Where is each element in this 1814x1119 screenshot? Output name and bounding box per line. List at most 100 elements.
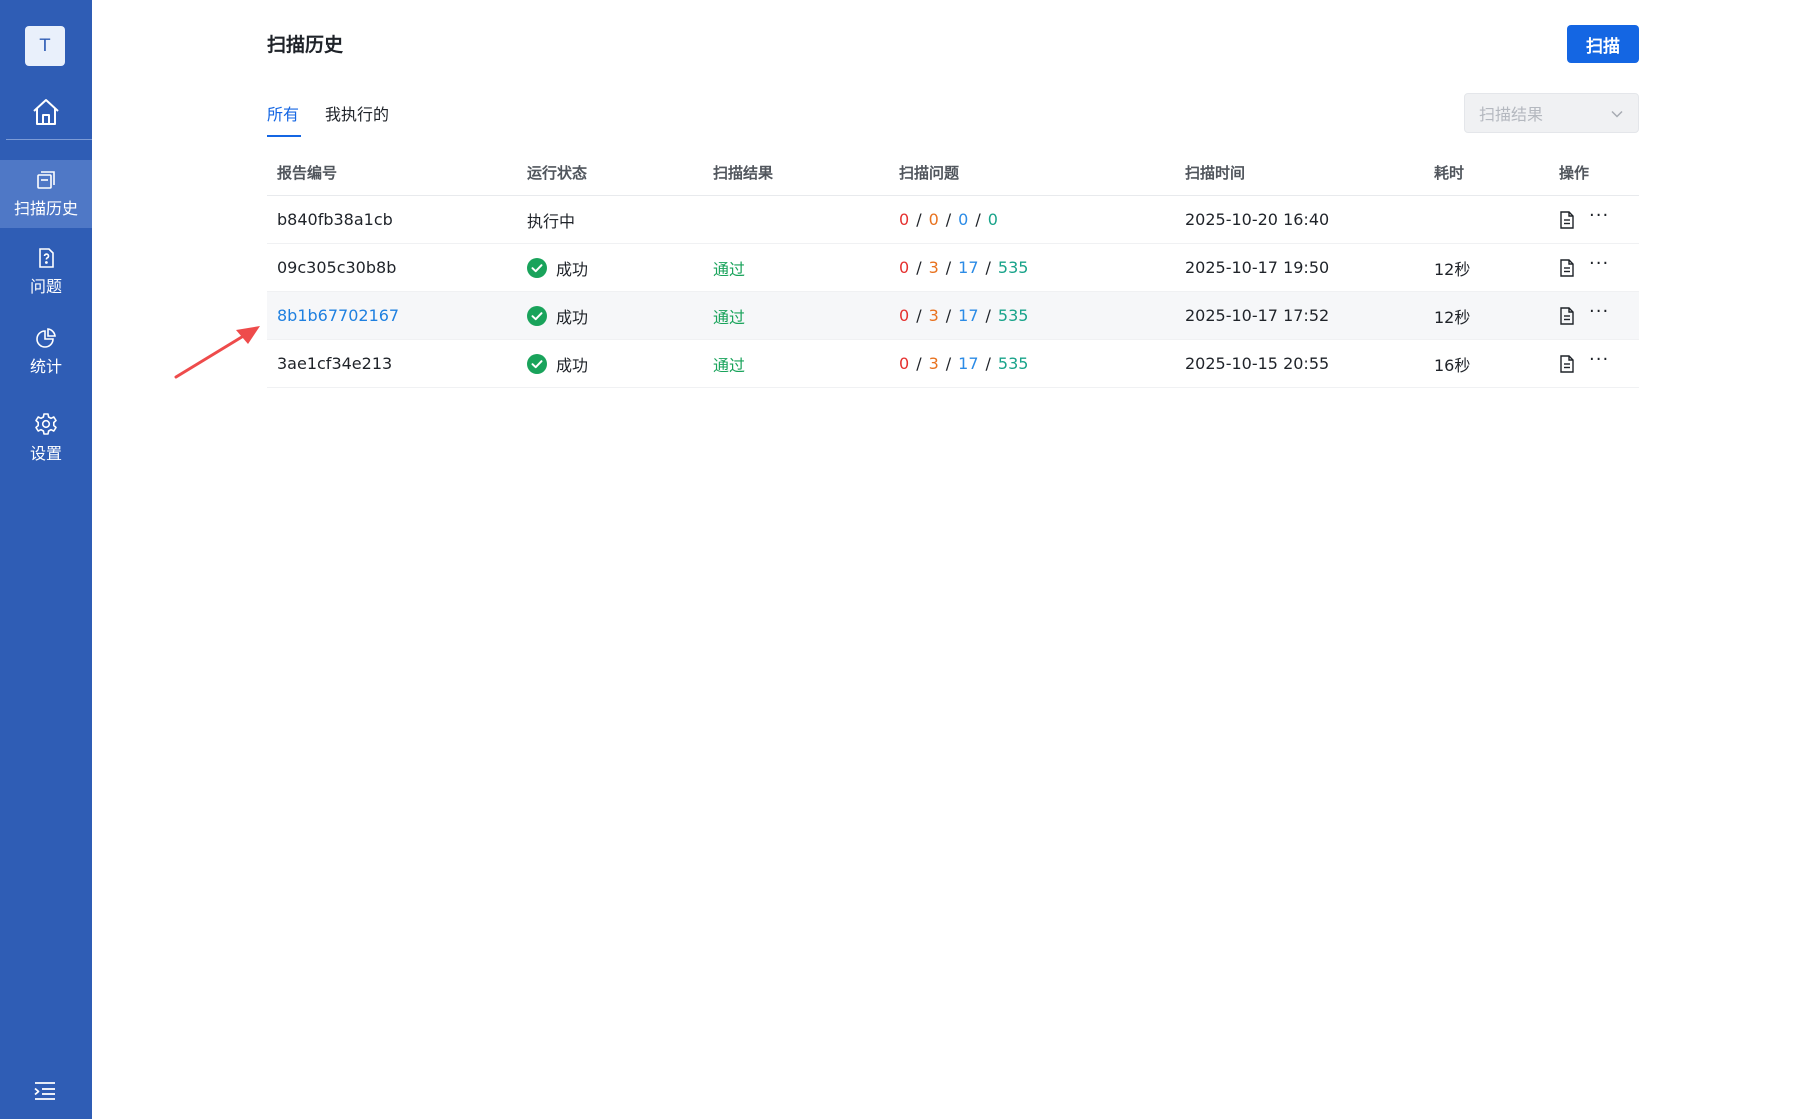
issue-count-info: 535	[997, 258, 1029, 277]
success-check-icon	[527, 305, 547, 326]
question-doc-icon	[39, 248, 54, 268]
issue-count-major: 3	[928, 258, 939, 277]
table-row[interactable]: 3ae1cf34e213 成功 通过 0 / 3 / 17 / 535 2025-10…	[267, 340, 1639, 388]
issue-separator: /	[916, 354, 922, 373]
issue-count-minor: 0	[958, 210, 969, 229]
run-status-label: 成功	[556, 355, 589, 375]
report-doc-icon[interactable]	[1559, 258, 1575, 277]
sidebar-item-issues[interactable]: 问题	[0, 238, 92, 306]
issue-separator: /	[945, 306, 952, 325]
issue-separator: /	[985, 354, 991, 373]
sidebar-item-label: 扫描历史	[13, 199, 78, 218]
success-check-icon	[527, 257, 547, 278]
row-actions: ···	[1559, 196, 1609, 243]
issue-count-critical: 0	[899, 306, 910, 325]
issue-count-major: 3	[928, 354, 939, 373]
issue-count-critical: 0	[899, 258, 910, 277]
scan-time: 2025-10-15 20:55	[1185, 354, 1330, 373]
sidebar-item-stats[interactable]: 统计	[0, 318, 92, 386]
issue-separator: /	[985, 258, 991, 277]
issue-separator: /	[916, 210, 922, 229]
row-actions: ···	[1559, 244, 1609, 291]
annotation-arrow-icon	[174, 326, 260, 379]
more-actions-icon[interactable]: ···	[1589, 350, 1609, 377]
column-header: 扫描问题	[899, 164, 960, 182]
issue-count-critical: 0	[899, 210, 910, 229]
run-status: 成功	[527, 292, 588, 339]
tab-all[interactable]: 所有	[267, 101, 299, 125]
duration: 16秒	[1434, 355, 1471, 375]
scan-time: 2025-10-17 17:52	[1185, 306, 1330, 325]
column-header: 报告编号	[277, 164, 338, 182]
issue-separator: /	[985, 306, 991, 325]
avatar[interactable]: T	[25, 26, 65, 66]
sidebar-item-label: 统计	[29, 357, 62, 376]
page-title: 扫描历史	[267, 34, 344, 56]
column-header: 运行状态	[527, 164, 588, 182]
run-status-label: 成功	[556, 307, 589, 327]
issue-count-major: 3	[928, 306, 939, 325]
home-button[interactable]	[0, 88, 92, 136]
home-icon	[33, 99, 59, 125]
scan-result: 通过	[713, 259, 746, 279]
run-status-label: 成功	[556, 259, 589, 279]
issue-counts: 0 / 0 / 0 / 0	[899, 196, 998, 243]
more-actions-icon[interactable]: ···	[1589, 206, 1609, 233]
tab-active-indicator	[267, 135, 301, 137]
scan-history-table: 报告编号 运行状态 扫描结果 扫描问题 扫描时间 耗时 操作 b840fb38a…	[267, 150, 1639, 388]
issue-separator: /	[945, 210, 952, 229]
duration: 12秒	[1434, 259, 1471, 279]
report-doc-icon[interactable]	[1559, 210, 1575, 229]
issue-separator: /	[916, 258, 922, 277]
issue-counts: 0 / 3 / 17 / 535	[899, 340, 1028, 387]
run-status: 成功	[527, 340, 588, 387]
issue-separator: /	[945, 258, 952, 277]
report-id[interactable]: b840fb38a1cb	[277, 196, 393, 243]
issue-separator: /	[975, 210, 981, 229]
issue-count-info: 535	[997, 354, 1029, 373]
report-doc-icon[interactable]	[1559, 354, 1575, 373]
column-header: 耗时	[1434, 164, 1465, 182]
scan-result: 通过	[713, 307, 746, 327]
sidebar-item-settings[interactable]: 设置	[0, 404, 92, 472]
scan-result: 通过	[713, 355, 746, 375]
history-icon	[37, 171, 55, 189]
row-actions: ···	[1559, 292, 1609, 339]
report-id-link[interactable]: 8b1b67702167	[277, 292, 399, 339]
issue-count-major: 0	[928, 210, 939, 229]
more-actions-icon[interactable]: ···	[1589, 254, 1609, 281]
scan-time: 2025-10-20 16:40	[1185, 210, 1330, 229]
report-doc-icon[interactable]	[1559, 306, 1575, 325]
sidebar-item-label: 设置	[29, 444, 62, 463]
report-id[interactable]: 3ae1cf34e213	[277, 340, 392, 387]
issue-counts: 0 / 3 / 17 / 535	[899, 244, 1028, 291]
sidebar-item-label: 问题	[29, 277, 62, 296]
table-row[interactable]: 09c305c30b8b 成功 通过 0 / 3 / 17 / 535 2025-10…	[267, 244, 1639, 292]
issue-count-minor: 17	[958, 354, 979, 373]
scan-time: 2025-10-17 19:50	[1185, 258, 1330, 277]
menu-indent-icon	[34, 1082, 55, 1100]
tab-mine[interactable]: 我执行的	[325, 101, 389, 125]
run-status: 执行中	[527, 211, 576, 231]
run-status: 成功	[527, 244, 588, 291]
column-header: 操作	[1559, 164, 1590, 182]
sidebar-divider	[6, 139, 92, 140]
column-header: 扫描时间	[1185, 164, 1246, 182]
table-row[interactable]: b840fb38a1cb 执行中 0 / 0 / 0 / 0 2025-10-20 1…	[267, 196, 1639, 244]
table-row[interactable]: 8b1b67702167 成功 通过 0 / 3 / 17 / 535 2025-10…	[267, 292, 1639, 340]
success-check-icon	[527, 353, 547, 374]
row-actions: ···	[1559, 340, 1609, 387]
more-actions-icon[interactable]: ···	[1589, 302, 1609, 329]
table-header: 报告编号 运行状态 扫描结果 扫描问题 扫描时间 耗时 操作	[267, 150, 1639, 196]
sidebar-item-scan-history[interactable]: 扫描历史	[0, 160, 92, 228]
gear-icon	[35, 413, 57, 435]
scan-result-filter-select[interactable]: 扫描结果	[1464, 93, 1639, 133]
issue-counts: 0 / 3 / 17 / 535	[899, 292, 1028, 339]
filter-placeholder: 扫描结果	[1479, 105, 1544, 124]
issue-separator: /	[945, 354, 952, 373]
issue-count-minor: 17	[958, 306, 979, 325]
issue-count-info: 535	[997, 306, 1029, 325]
report-id[interactable]: 09c305c30b8b	[277, 244, 396, 291]
collapse-sidebar-button[interactable]	[32, 1080, 58, 1102]
scan-button[interactable]: 扫描	[1567, 25, 1639, 63]
